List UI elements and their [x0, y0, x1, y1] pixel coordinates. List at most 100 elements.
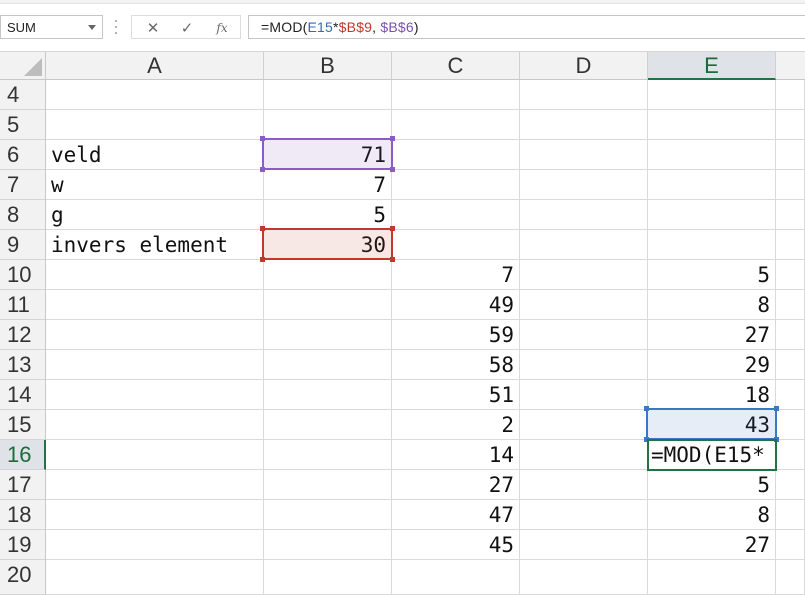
- cell-c6[interactable]: [392, 140, 520, 170]
- cell-e17[interactable]: 5: [648, 470, 776, 500]
- cell-c4[interactable]: [392, 80, 520, 110]
- cell-b12[interactable]: [264, 320, 392, 350]
- cell-e14[interactable]: 18: [648, 380, 776, 410]
- cell-e19[interactable]: 27: [648, 530, 776, 560]
- cell-c20[interactable]: [392, 560, 520, 595]
- cell-c18[interactable]: 47: [392, 500, 520, 530]
- row-header-4[interactable]: 4: [0, 80, 46, 110]
- column-header-e[interactable]: E: [648, 52, 776, 80]
- row-header-5[interactable]: 5: [0, 110, 46, 140]
- cell-d13[interactable]: [520, 350, 648, 380]
- cell-b5[interactable]: [264, 110, 392, 140]
- name-box-value[interactable]: SUM: [7, 20, 36, 35]
- row-header-12[interactable]: 12: [0, 320, 46, 350]
- row-header-14[interactable]: 14: [0, 380, 46, 410]
- cell-f9[interactable]: [776, 230, 805, 260]
- column-header-f[interactable]: [776, 52, 805, 80]
- chevron-down-icon[interactable]: [88, 25, 96, 30]
- cell-d20[interactable]: [520, 560, 648, 595]
- cell-d12[interactable]: [520, 320, 648, 350]
- cell-e5[interactable]: [648, 110, 776, 140]
- cell-b19[interactable]: [264, 530, 392, 560]
- cell-d18[interactable]: [520, 500, 648, 530]
- grip-icon[interactable]: [114, 19, 118, 35]
- row-header-20[interactable]: 20: [0, 560, 46, 595]
- cell-a8[interactable]: g: [46, 200, 264, 230]
- cell-a6[interactable]: veld: [46, 140, 264, 170]
- cell-f14[interactable]: [776, 380, 805, 410]
- cell-c10[interactable]: 7: [392, 260, 520, 290]
- cell-c9[interactable]: [392, 230, 520, 260]
- cell-e12[interactable]: 27: [648, 320, 776, 350]
- row-header-9[interactable]: 9: [0, 230, 46, 260]
- cell-b4[interactable]: [264, 80, 392, 110]
- cell-c7[interactable]: [392, 170, 520, 200]
- cell-b17[interactable]: [264, 470, 392, 500]
- cell-d14[interactable]: [520, 380, 648, 410]
- row-header-15[interactable]: 15: [0, 410, 46, 440]
- cell-b10[interactable]: [264, 260, 392, 290]
- cell-b7[interactable]: 7: [264, 170, 392, 200]
- cell-a7[interactable]: w: [46, 170, 264, 200]
- cell-c14[interactable]: 51: [392, 380, 520, 410]
- cell-a14[interactable]: [46, 380, 264, 410]
- cell-f19[interactable]: [776, 530, 805, 560]
- row-header-13[interactable]: 13: [0, 350, 46, 380]
- cell-f11[interactable]: [776, 290, 805, 320]
- cell-d16[interactable]: [520, 440, 648, 470]
- cell-c19[interactable]: 45: [392, 530, 520, 560]
- cell-a12[interactable]: [46, 320, 264, 350]
- cell-b9[interactable]: 30: [264, 230, 392, 260]
- cell-f4[interactable]: [776, 80, 805, 110]
- row-header-16[interactable]: 16: [0, 440, 46, 470]
- cell-f15[interactable]: [776, 410, 805, 440]
- cell-d8[interactable]: [520, 200, 648, 230]
- column-header-a[interactable]: A: [46, 52, 264, 80]
- cell-a19[interactable]: [46, 530, 264, 560]
- cell-a10[interactable]: [46, 260, 264, 290]
- cell-b16[interactable]: [264, 440, 392, 470]
- cell-b6[interactable]: 71: [264, 140, 392, 170]
- cell-f10[interactable]: [776, 260, 805, 290]
- cell-e16[interactable]: =MOD(E15*: [648, 440, 776, 470]
- cell-d6[interactable]: [520, 140, 648, 170]
- row-header-6[interactable]: 6: [0, 140, 46, 170]
- column-header-c[interactable]: C: [392, 52, 520, 80]
- cell-d17[interactable]: [520, 470, 648, 500]
- row-header-11[interactable]: 11: [0, 290, 46, 320]
- cell-c8[interactable]: [392, 200, 520, 230]
- cell-a20[interactable]: [46, 560, 264, 595]
- cell-a4[interactable]: [46, 80, 264, 110]
- cell-e6[interactable]: [648, 140, 776, 170]
- enter-icon[interactable]: ✓: [174, 18, 200, 38]
- cell-c11[interactable]: 49: [392, 290, 520, 320]
- cell-f20[interactable]: [776, 560, 805, 595]
- cell-c12[interactable]: 59: [392, 320, 520, 350]
- row-header-7[interactable]: 7: [0, 170, 46, 200]
- cell-d5[interactable]: [520, 110, 648, 140]
- cell-a16[interactable]: [46, 440, 264, 470]
- cell-d11[interactable]: [520, 290, 648, 320]
- cell-f5[interactable]: [776, 110, 805, 140]
- cell-b13[interactable]: [264, 350, 392, 380]
- cell-e13[interactable]: 29: [648, 350, 776, 380]
- row-header-8[interactable]: 8: [0, 200, 46, 230]
- name-box[interactable]: SUM: [0, 15, 103, 39]
- cell-f18[interactable]: [776, 500, 805, 530]
- cell-e10[interactable]: 5: [648, 260, 776, 290]
- cell-e7[interactable]: [648, 170, 776, 200]
- cell-a18[interactable]: [46, 500, 264, 530]
- cell-b11[interactable]: [264, 290, 392, 320]
- cell-c16[interactable]: 14: [392, 440, 520, 470]
- formula-text[interactable]: =MOD(E15*$B$9, $B$6): [261, 19, 419, 35]
- select-all-icon[interactable]: [24, 58, 42, 76]
- cell-a15[interactable]: [46, 410, 264, 440]
- cell-c5[interactable]: [392, 110, 520, 140]
- cell-c17[interactable]: 27: [392, 470, 520, 500]
- cell-c13[interactable]: 58: [392, 350, 520, 380]
- row-header-18[interactable]: 18: [0, 500, 46, 530]
- cell-e4[interactable]: [648, 80, 776, 110]
- insert-function-icon[interactable]: fx: [209, 18, 235, 38]
- cell-c15[interactable]: 2: [392, 410, 520, 440]
- cell-b15[interactable]: [264, 410, 392, 440]
